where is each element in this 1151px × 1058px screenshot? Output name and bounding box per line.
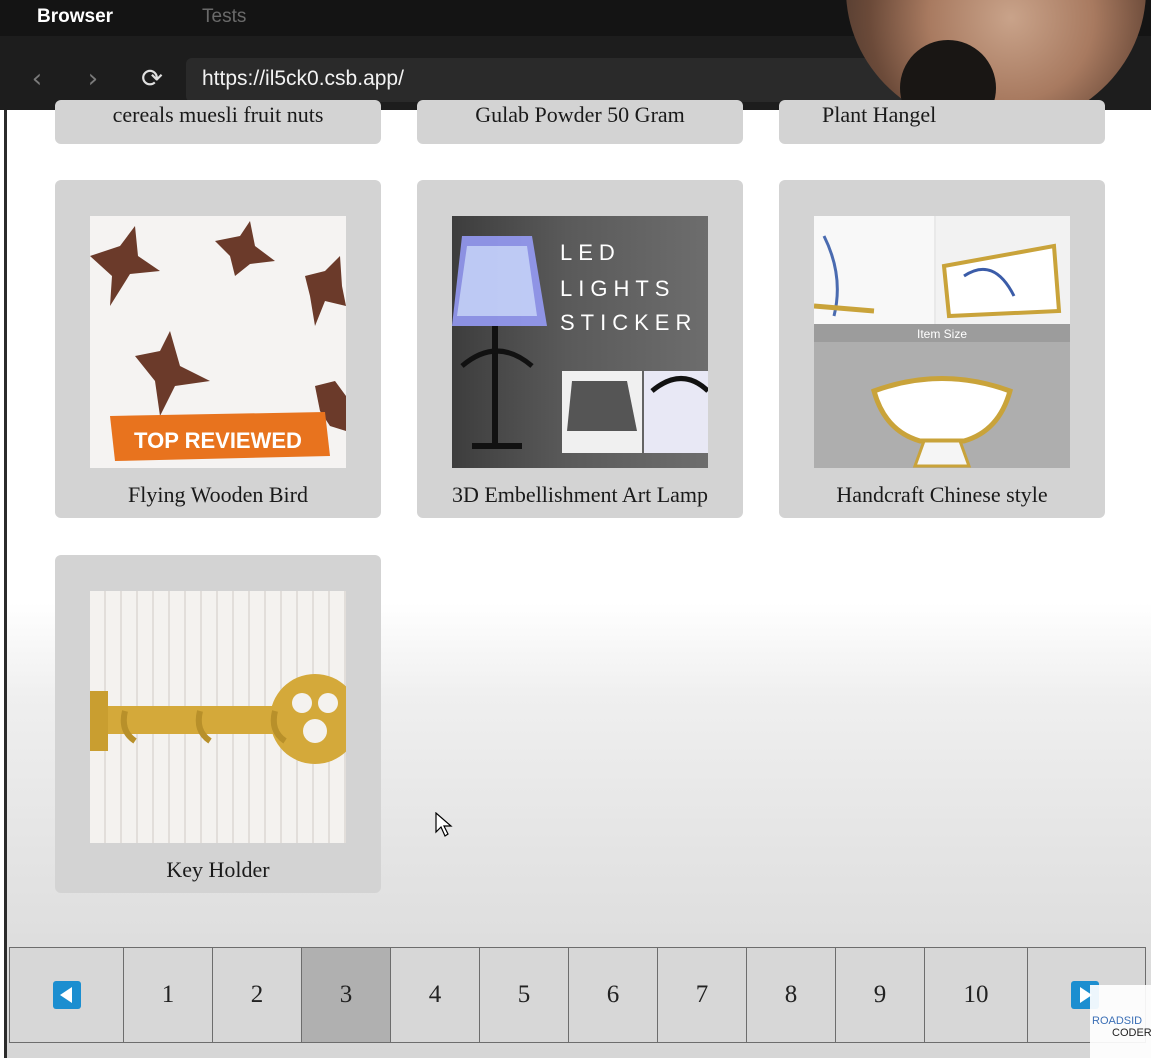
pagination: 1 2 3 4 5 6 7 8 9 10: [9, 947, 1146, 1043]
tab-browser[interactable]: Browser: [37, 6, 113, 28]
page-button-8[interactable]: 8: [747, 948, 836, 1042]
product-card[interactable]: Gulab Powder 50 Gram: [417, 100, 743, 144]
product-grid: cereals muesli fruit nuts Gulab Powder 5…: [4, 100, 1151, 1058]
lamp-text-led: LED: [560, 240, 621, 265]
product-image-lamp: LED LIGHTS STICKER: [452, 216, 708, 468]
product-title: Gulab Powder 50 Gram: [475, 102, 685, 127]
product-card[interactable]: Plant Hangel: [779, 100, 1105, 144]
page-button-5[interactable]: 5: [480, 948, 569, 1042]
page-button-7[interactable]: 7: [658, 948, 747, 1042]
lamp-text-sticker: STICKER: [560, 310, 697, 335]
page-button-2[interactable]: 2: [213, 948, 302, 1042]
product-image-vase: Item Size: [814, 216, 1070, 468]
address-bar[interactable]: https://il5ck0.csb.app/: [186, 58, 946, 102]
watermark-line-1: ROADSID: [1092, 1015, 1143, 1027]
reload-icon[interactable]: ⟳: [135, 62, 169, 96]
product-title: Handcraft Chinese style: [836, 482, 1048, 507]
prev-page-button[interactable]: [10, 948, 124, 1042]
page-button-4[interactable]: 4: [391, 948, 480, 1042]
page-button-6[interactable]: 6: [569, 948, 658, 1042]
product-title: Key Holder: [166, 857, 270, 882]
badge-text: TOP REVIEWED: [134, 428, 302, 453]
tab-tests[interactable]: Tests: [202, 6, 246, 28]
product-card[interactable]: LED LIGHTS STICKER 3D Embellishment Art …: [417, 180, 743, 518]
product-card[interactable]: Key Holder: [55, 555, 381, 893]
product-title: Plant Hangel: [822, 102, 937, 127]
product-image-bird: TOP REVIEWED: [90, 216, 346, 468]
page-button-9[interactable]: 9: [836, 948, 925, 1042]
lamp-text-lights: LIGHTS: [560, 276, 675, 301]
product-card[interactable]: TOP REVIEWED Flying Wooden Bird: [55, 180, 381, 518]
arrow-left-icon: [52, 981, 81, 1009]
size-label: Item Size: [917, 327, 967, 341]
page-button-3[interactable]: 3: [302, 948, 391, 1042]
back-icon[interactable]: ‹: [20, 62, 54, 96]
product-card[interactable]: cereals muesli fruit nuts: [55, 100, 381, 144]
watermark-line-2: CODER: [1112, 1027, 1151, 1039]
page-button-1[interactable]: 1: [124, 948, 213, 1042]
product-title: Flying Wooden Bird: [128, 482, 308, 507]
forward-icon[interactable]: ›: [76, 62, 110, 96]
product-image-key-holder: [90, 591, 346, 843]
mouse-cursor-icon: [435, 812, 453, 837]
product-title: 3D Embellishment Art Lamp: [451, 482, 709, 507]
product-card[interactable]: Item Size Handcraft Chinese style: [779, 180, 1105, 518]
watermark-logo: ROADSID CODER: [1090, 985, 1151, 1058]
product-title: cereals muesli fruit nuts: [112, 102, 324, 127]
url-text[interactable]: https://il5ck0.csb.app/: [202, 67, 404, 91]
page-button-10[interactable]: 10: [925, 948, 1028, 1042]
